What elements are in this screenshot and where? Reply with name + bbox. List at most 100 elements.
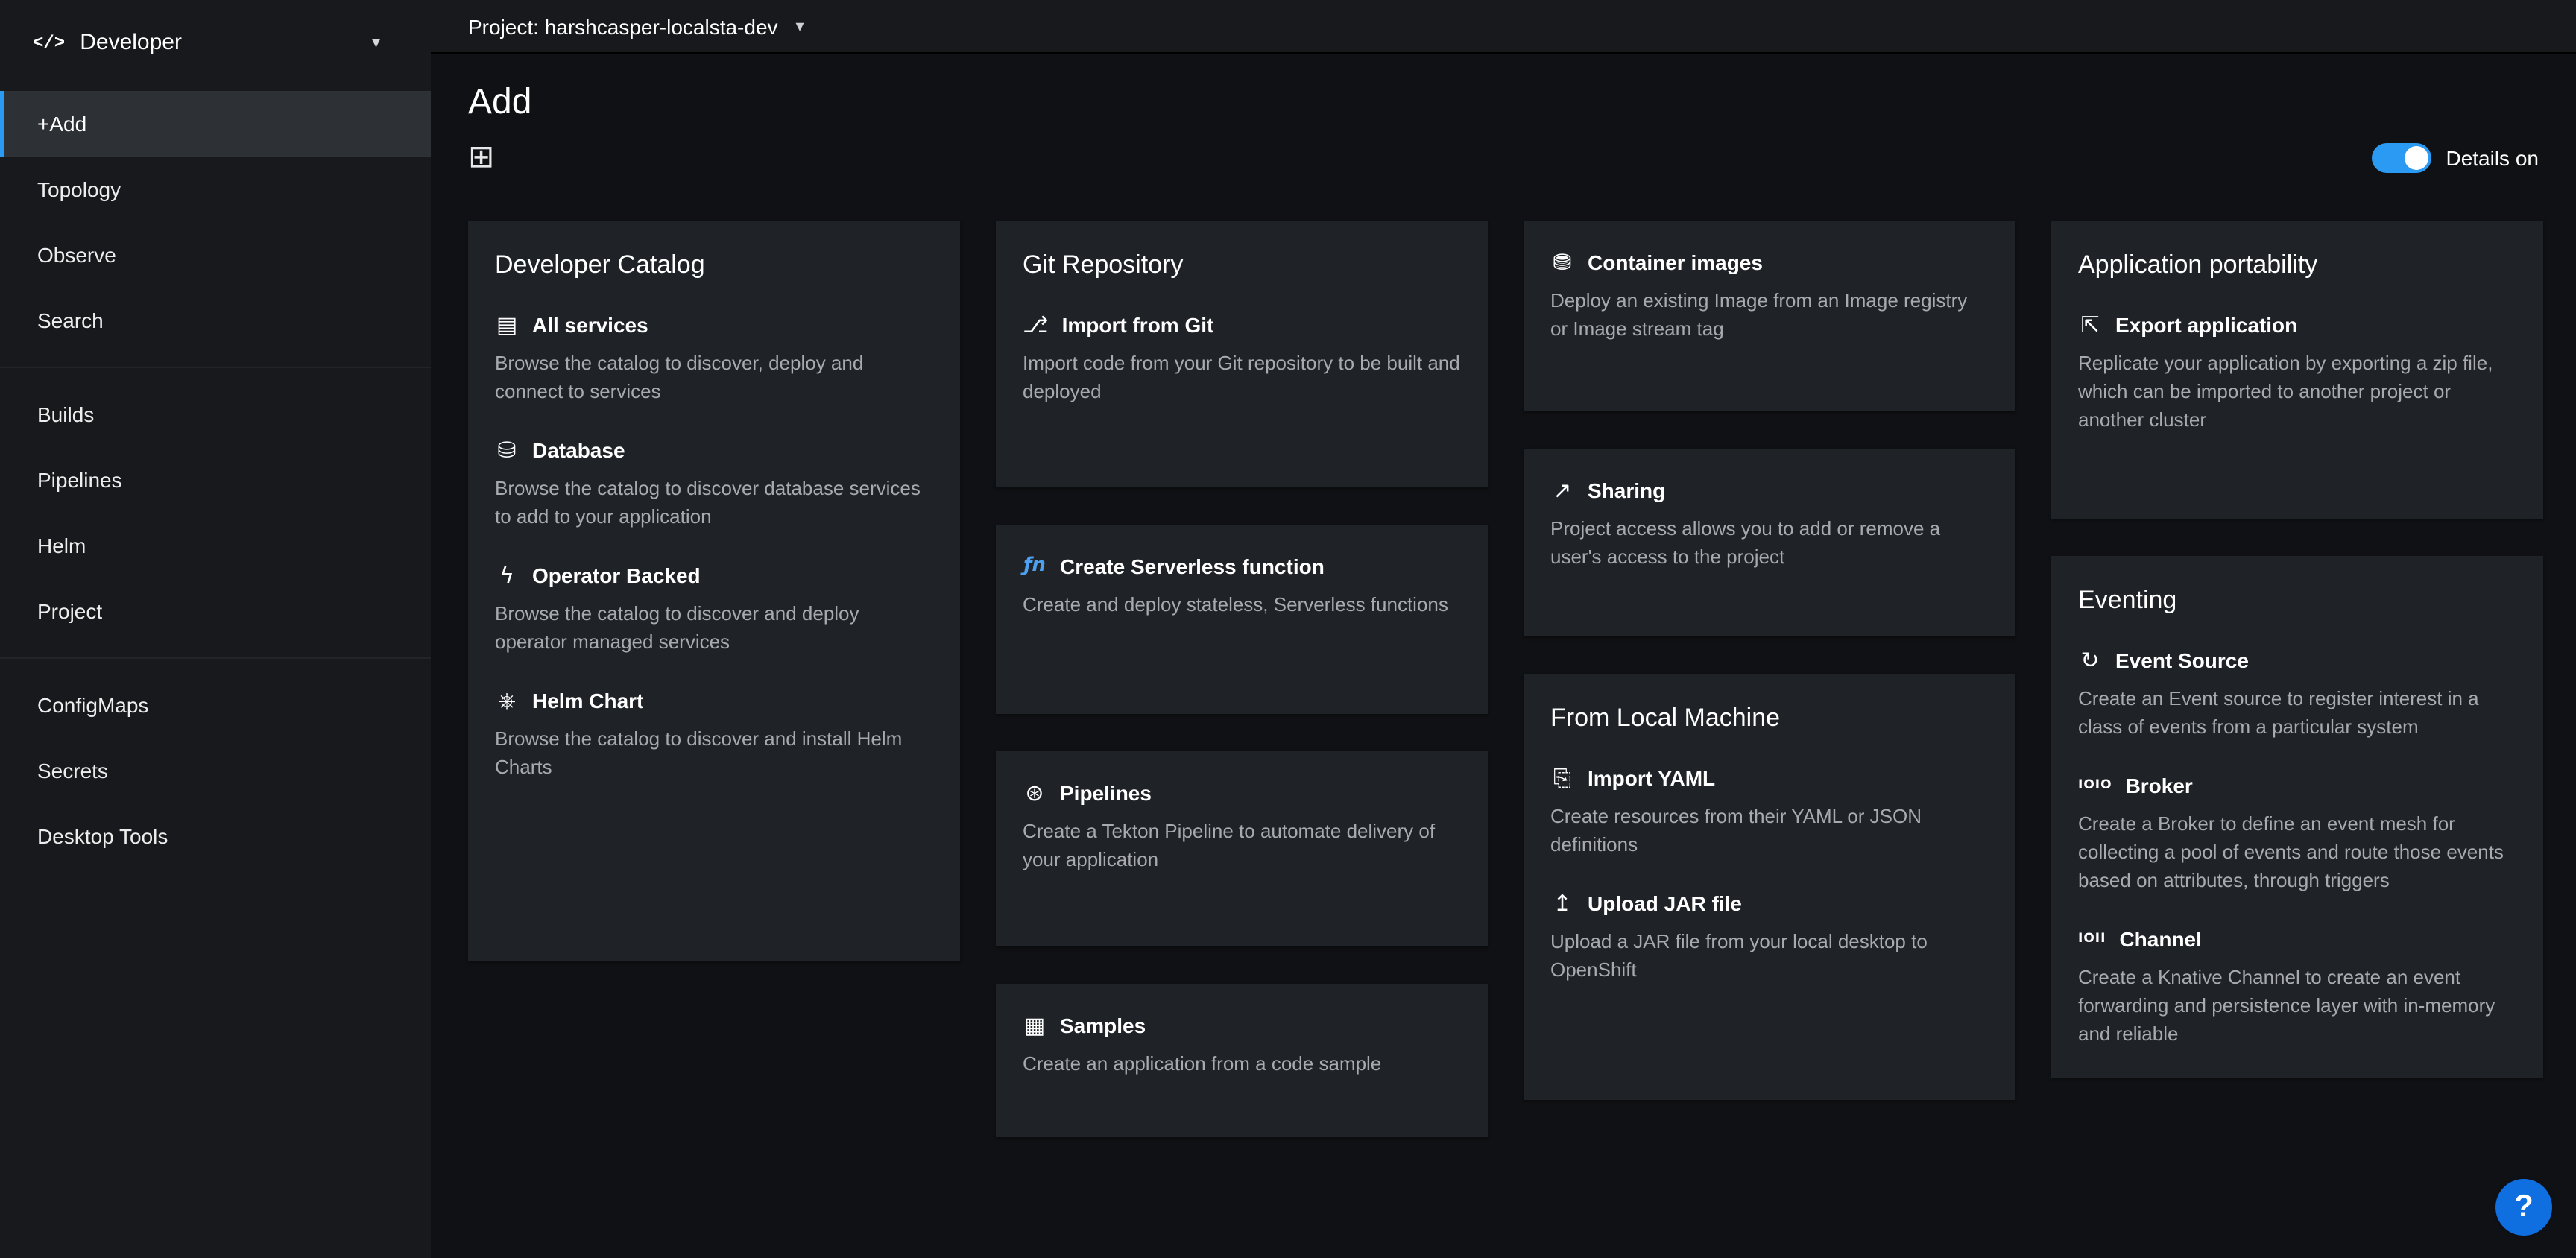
item-title[interactable]: Broker [2126, 774, 2193, 797]
item-title[interactable]: All services [532, 313, 648, 337]
card-title: Eventing [2078, 586, 2516, 616]
card-application-portability[interactable]: Application portability ⇱ Export applicati… [2051, 221, 2543, 519]
item-title[interactable]: Operator Backed [532, 563, 701, 587]
item-title-row: ⛃ Container images [1550, 250, 1989, 274]
item-samples[interactable]: ▦SamplesCreate an application from a cod… [1023, 1014, 1461, 1078]
item-description: Upload a JAR file from your local deskto… [1550, 927, 1989, 984]
item-title[interactable]: Create Serverless function [1060, 554, 1325, 578]
item-description: Create a Broker to define an event mesh … [2078, 809, 2516, 894]
item-event-source[interactable]: ↻Event SourceCreate an Event source to r… [2078, 648, 2516, 741]
event-source-icon: ↻ [2078, 648, 2102, 672]
add-grid: Developer Catalog ▤All servicesBrowse the… [468, 221, 2539, 1137]
toggle-knob [2404, 146, 2428, 170]
item-description: Browse the catalog to discover and deplo… [495, 599, 933, 656]
serverless-fn-icon: ƒn [1023, 554, 1046, 578]
export-application-icon: ⇱ [2078, 313, 2102, 337]
item-title-row: ⎈ Helm Chart [495, 689, 933, 712]
item-all-services[interactable]: ▤All servicesBrowse the catalog to disco… [495, 313, 933, 405]
item-title[interactable]: Upload JAR file [1588, 891, 1742, 915]
item-description: Create a Knative Channel to create an ev… [2078, 963, 2516, 1048]
pipelines-icon: ⊛ [1023, 781, 1046, 805]
sidebar-item-add[interactable]: +Add [0, 91, 431, 157]
item-broker[interactable]: IOIOBroker Create a Broker to define an e… [2078, 774, 2516, 894]
item-create-serverless-function[interactable]: ƒn Create Serverless function Create and d… [1023, 554, 1461, 619]
card-eventing[interactable]: Eventing↻Event SourceCreate an Event sou… [2051, 556, 2543, 1078]
item-channel[interactable]: IOII Channel Create a Knative Channel to c… [2078, 927, 2516, 1048]
item-description: Create and deploy stateless, Serverless … [1023, 590, 1461, 619]
card-from-local-machine[interactable]: From Local Machine⎘Import YAMLCreate res… [1524, 674, 2015, 1100]
item-title[interactable]: Event Source [2115, 648, 2249, 672]
item-container-images[interactable]: ⛃Container imagesDeploy an existing Imag… [1550, 250, 1989, 343]
item-pipelines[interactable]: ⊛PipelinesCreate a Tekton Pipeline to au… [1023, 781, 1461, 873]
item-title[interactable]: Database [532, 438, 625, 462]
details-toggle-wrap: Details on [2371, 143, 2539, 173]
project-selector[interactable]: Project: harshcasper-localsta-dev ▾ [431, 14, 804, 38]
sidebar-item-topology[interactable]: Topology [0, 157, 431, 222]
item-title-row: ⎘ Import YAML [1550, 766, 1989, 790]
perspective-switcher[interactable]: </> Developer ▾ [0, 0, 431, 85]
help-button[interactable]: ? [2496, 1179, 2552, 1236]
sidebar-item-pipelines[interactable]: Pipelines [0, 447, 431, 513]
card-git-repository[interactable]: Git Repository⎇Import from GitImport cod… [996, 221, 1488, 487]
item-sharing[interactable]: ↗SharingProject access allows you to add… [1550, 478, 1989, 571]
sidebar-item-desktop-tools[interactable]: Desktop Tools [0, 803, 431, 869]
card-pipelines[interactable]: ⊛PipelinesCreate a Tekton Pipeline to au… [996, 751, 1488, 946]
item-title-row: ⛁ Database [495, 438, 933, 462]
item-title-row: ⊛ Pipelines [1023, 781, 1461, 805]
item-title[interactable]: Samples [1060, 1014, 1146, 1037]
sidebar-item-observe[interactable]: Observe [0, 222, 431, 288]
item-title[interactable]: Import from Git [1062, 313, 1214, 337]
item-export-application[interactable]: ⇱ Export application Replicate your applic… [2078, 313, 2516, 434]
sidebar-item-project[interactable]: Project [0, 578, 431, 644]
card-samples[interactable]: ▦SamplesCreate an application from a cod… [996, 984, 1488, 1137]
chevron-down-icon: ▾ [372, 33, 380, 52]
details-toggle[interactable] [2371, 143, 2431, 173]
card-create-serverless-function[interactable]: ƒn Create Serverless function Create and d… [996, 525, 1488, 714]
perspective-label: Developer [80, 30, 182, 55]
item-import-yaml[interactable]: ⎘Import YAMLCreate resources from their … [1550, 766, 1989, 859]
item-title[interactable]: Pipelines [1060, 781, 1152, 805]
item-description: Browse the catalog to discover and insta… [495, 724, 933, 781]
item-title-row: IOIOBroker [2078, 774, 2516, 797]
import-from-git-icon: ⎇ [1023, 313, 1049, 337]
item-description: Import code from your Git repository to … [1023, 349, 1461, 405]
item-upload-jar-file[interactable]: ↥Upload JAR fileUpload a JAR file from y… [1550, 891, 1989, 984]
item-import-from-git[interactable]: ⎇ Import from Git Import code from your Gi… [1023, 313, 1461, 405]
item-description: Browse the catalog to discover database … [495, 474, 933, 531]
card-sharing[interactable]: ↗SharingProject access allows you to add… [1524, 449, 2015, 636]
item-description: Create an application from a code sample [1023, 1049, 1461, 1078]
sidebar-item-search[interactable]: Search [0, 288, 431, 353]
helm-chart-icon: ⎈ [495, 689, 519, 712]
item-description: Browse the catalog to discover, deploy a… [495, 349, 933, 405]
card-developer-catalog[interactable]: Developer Catalog ▤All servicesBrowse the… [468, 221, 960, 961]
item-operator-backed[interactable]: ϟ Operator Backed Browse the catalog to di… [495, 563, 933, 656]
card-title: Developer Catalog [495, 250, 933, 280]
item-title-row: ↗ Sharing [1550, 478, 1989, 502]
topbar: Project: harshcasper-localsta-dev ▾ [431, 0, 2576, 54]
import-yaml-icon: ⎘ [1550, 766, 1574, 790]
sharing-icon: ↗ [1550, 478, 1574, 502]
card-container-images[interactable]: ⛃Container imagesDeploy an existing Imag… [1524, 221, 2015, 411]
details-toggle-label: Details on [2446, 146, 2539, 170]
item-title[interactable]: Helm Chart [532, 689, 643, 712]
item-description: Replicate your application by exporting … [2078, 349, 2516, 434]
item-title[interactable]: Sharing [1588, 478, 1665, 502]
container-images-icon: ⛃ [1550, 250, 1574, 274]
item-title[interactable]: Import YAML [1588, 766, 1715, 790]
item-title[interactable]: Container images [1588, 250, 1763, 274]
quick-starts-icon[interactable]: ⊞ [468, 142, 494, 174]
item-database[interactable]: ⛁ Database Browse the catalog to discover … [495, 438, 933, 531]
item-title-row: ϟ Operator Backed [495, 563, 933, 587]
database-icon: ⛁ [495, 438, 519, 462]
item-title[interactable]: Export application [2115, 313, 2297, 337]
item-title[interactable]: Channel [2119, 927, 2201, 951]
sidebar-item-secrets[interactable]: Secrets [0, 738, 431, 803]
sidebar-item-configmaps[interactable]: ConfigMaps [0, 672, 431, 738]
sidebar-item-builds[interactable]: Builds [0, 382, 431, 447]
channel-icon: IOII [2078, 927, 2106, 951]
item-helm-chart[interactable]: ⎈ Helm Chart Browse the catalog to discove… [495, 689, 933, 781]
sidebar-item-helm[interactable]: Helm [0, 513, 431, 578]
app-window: </> Developer ▾ +AddTopologyObserveSearc… [0, 0, 2576, 1258]
operator-backed-icon: ϟ [495, 563, 519, 587]
card-title: Application portability [2078, 250, 2516, 280]
